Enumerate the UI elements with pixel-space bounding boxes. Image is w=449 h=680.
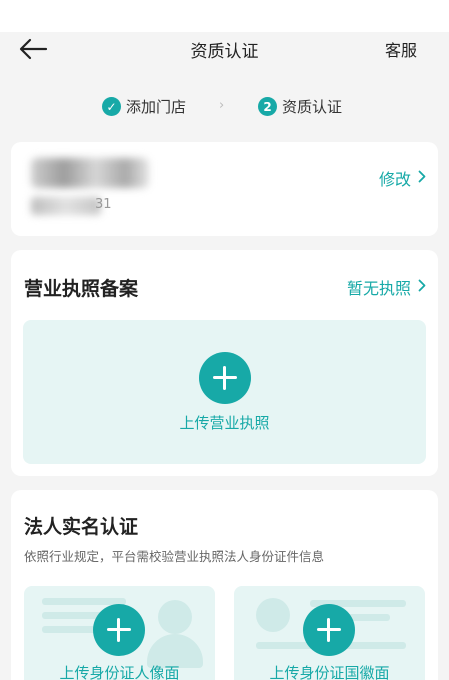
nav-bar: 资质认证 客服 xyxy=(0,32,449,72)
edit-label: 修改 xyxy=(378,170,411,189)
portrait-silhouette-icon xyxy=(158,600,192,634)
no-license-link[interactable]: 暂无执照 xyxy=(347,275,426,299)
upload-license-label: 上传营业执照 xyxy=(179,414,270,432)
license-section-title: 营业执照备案 xyxy=(24,278,139,300)
verification-section-title: 法人实名认证 xyxy=(24,516,139,538)
step-label: 资质认证 xyxy=(282,98,343,116)
chevron-right-icon xyxy=(418,170,426,187)
no-license-label: 暂无执照 xyxy=(346,279,411,298)
page-title: 资质认证 xyxy=(190,42,259,62)
store-id-blurred xyxy=(31,197,101,215)
step-label: 添加门店 xyxy=(126,98,187,116)
step-add-store: ✓ 添加门店 xyxy=(102,96,186,117)
status-area xyxy=(0,0,449,32)
customer-service-button[interactable]: 客服 xyxy=(385,37,417,61)
check-circle-icon: ✓ xyxy=(102,97,121,116)
store-id-tail: 31 xyxy=(95,197,112,212)
chevron-right-icon: › xyxy=(219,98,225,113)
chevron-right-icon xyxy=(418,279,426,296)
progress-steps: ✓ 添加门店 › 2 资质认证 xyxy=(0,96,449,120)
step-number-badge: 2 xyxy=(258,97,277,116)
upload-id-back-button[interactable]: 上传身份证国徽面 xyxy=(234,586,425,680)
step-qualification: 2 资质认证 xyxy=(258,96,342,117)
legal-person-verification-card: 法人实名认证 依照行业规定，平台需校验营业执照法人身份证件信息 上传身份证人像面… xyxy=(11,490,438,680)
plus-circle-icon xyxy=(199,352,251,404)
upload-id-back-label: 上传身份证国徽面 xyxy=(269,664,390,680)
upload-id-front-label: 上传身份证人像面 xyxy=(59,664,180,680)
business-license-card: 营业执照备案 暂无执照 上传营业执照 xyxy=(11,250,438,476)
store-name-blurred xyxy=(31,158,149,188)
store-info-card: 31 修改 xyxy=(11,142,438,236)
plus-circle-icon xyxy=(303,604,355,656)
upload-license-button[interactable]: 上传营业执照 xyxy=(23,320,426,464)
upload-id-front-button[interactable]: 上传身份证人像面 xyxy=(24,586,215,680)
plus-circle-icon xyxy=(93,604,145,656)
verification-description: 依照行业规定，平台需校验营业执照法人身份证件信息 xyxy=(24,549,325,564)
national-emblem-icon xyxy=(256,598,290,632)
edit-store-link[interactable]: 修改 xyxy=(379,166,426,190)
